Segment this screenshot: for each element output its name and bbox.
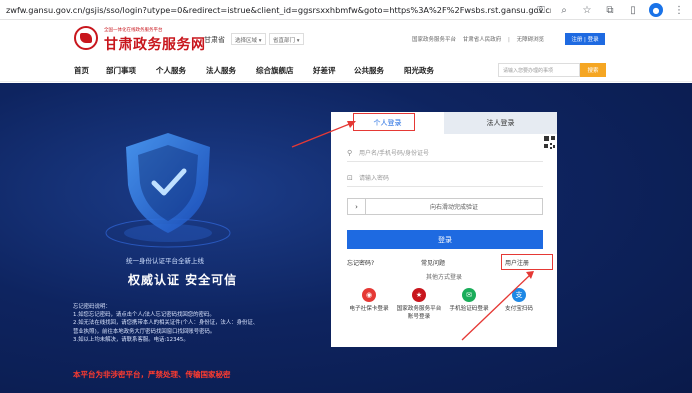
hero-slogan: 权威认证 安全可信 <box>128 273 238 287</box>
alipay-icon: 支 <box>512 288 526 302</box>
site-header: 全国一体化在线政务服务平台 甘肃政务服务网 甘肃省 选择区域 ▾ 省直部门 ▾ … <box>0 20 692 60</box>
key-icon[interactable]: ⚿ <box>534 3 548 17</box>
main-nav: 首页 部门事项 个人服务 法人服务 综合旗舰店 好差评 公共服务 阳光政务 请输… <box>0 60 692 82</box>
user-icon: ⚲ <box>347 148 353 157</box>
logo-title: 甘肃政务服务网 <box>104 37 206 53</box>
header-link-provincial-gov[interactable]: 甘肃省人民政府 <box>463 37 502 43</box>
profile-icon[interactable]: ● <box>649 3 663 17</box>
alipay-label: 支付宝扫码 <box>505 306 533 312</box>
header-divider: | <box>508 37 510 43</box>
browser-address-bar[interactable]: zwfw.gansu.gov.cn/gsjis/sso/login?utype=… <box>0 0 692 20</box>
qr-code-icon[interactable] <box>541 134 557 156</box>
search-input[interactable]: 请输入您要办理的事项 <box>498 63 580 77</box>
hero-tagline: 统一身份认证平台全新上线 <box>126 257 204 265</box>
sms-login-label: 手机验证码登录 <box>449 306 489 312</box>
social-card-icon: ◉ <box>362 288 376 302</box>
other-login-label: 其他方式登录 <box>425 274 462 281</box>
login-button[interactable]: 登录 <box>347 230 543 249</box>
nav-home[interactable]: 首页 <box>74 65 89 76</box>
slider-text: 向右滑动完成验证 <box>429 204 478 211</box>
sms-login[interactable]: ✉ 手机验证码登录 <box>444 288 494 313</box>
forgot-password-link[interactable]: 忘记密码? <box>347 258 374 267</box>
forgot-password-notes: 忘记密码说明： 1.如您忘记密码，请点击个人/法人忘记密码找回您的密码。 2.如… <box>73 303 323 344</box>
national-platform-label: 国家政务服务平台账号登录 <box>396 306 442 320</box>
nav-evaluation[interactable]: 好差评 <box>313 65 336 76</box>
tab-corporate-login[interactable]: 法人登录 <box>444 112 557 134</box>
logo-emblem-icon <box>74 26 98 50</box>
social-card-login[interactable]: ◉ 电子社保卡登录 <box>344 288 394 313</box>
security-warning: 本平台为非涉密平台，严禁处理、传输国家秘密 <box>73 370 231 379</box>
notes-line: 3.如以上均未解决，请联系客服。电话:12345。 <box>73 336 189 343</box>
site-logo[interactable]: 全国一体化在线政务服务平台 甘肃政务服务网 <box>74 26 205 53</box>
notes-line: 营业执照)，前往本地政务大厅密码找回窗口找回账号密码。 <box>73 328 216 335</box>
header-links: 国家政务服务平台 甘肃省人民政府 | 无障碍浏览 <box>412 35 549 43</box>
nav-flagship-store[interactable]: 综合旗舰店 <box>256 65 294 76</box>
nav-sunshine-gov[interactable]: 阳光政务 <box>404 65 434 76</box>
nav-personal-service[interactable]: 个人服务 <box>156 65 186 76</box>
nav-dept-items[interactable]: 部门事项 <box>106 65 136 76</box>
social-card-label: 电子社保卡登录 <box>349 306 389 312</box>
menu-icon[interactable]: ⋮ <box>672 3 686 17</box>
phone-sms-icon: ✉ <box>462 288 476 302</box>
annotation-box-register <box>501 254 553 270</box>
shield-icon <box>105 133 231 248</box>
login-panel: 个人登录 法人登录 ⚲ 用户名/手机号码/身份证号 ⊡ 请输入密码 › 向右滑动… <box>331 112 557 347</box>
notes-line: 1.如您忘记密码，请点击个人/法人忘记密码找回您的密码。 <box>73 312 215 319</box>
password-field[interactable]: ⊡ 请输入密码 <box>347 169 543 187</box>
annotation-box-personal-tab <box>353 113 415 131</box>
url-text[interactable]: zwfw.gansu.gov.cn/gsjis/sso/login?utype=… <box>6 5 551 15</box>
slider-handle-icon[interactable]: › <box>348 199 366 214</box>
slide-verify[interactable]: › 向右滑动完成验证 <box>347 198 543 215</box>
nav-public-service[interactable]: 公共服务 <box>354 65 384 76</box>
password-placeholder: 请输入密码 <box>359 175 390 182</box>
header-link-accessibility[interactable]: 无障碍浏览 <box>517 37 545 43</box>
alipay-login[interactable]: 支 支付宝扫码 <box>494 288 544 313</box>
search-button[interactable]: 搜索 <box>580 63 606 77</box>
register-login-button[interactable]: 注册 | 登录 <box>565 33 605 45</box>
extensions-icon[interactable]: ⧉ <box>603 3 617 17</box>
region-select[interactable]: 选择区域 ▾ <box>231 33 266 45</box>
nav-corporate-service[interactable]: 法人服务 <box>206 65 236 76</box>
faq-link[interactable]: 常见问题 <box>421 258 445 267</box>
national-emblem-icon: ★ <box>412 288 426 302</box>
username-field[interactable]: ⚲ 用户名/手机号码/身份证号 <box>347 144 543 162</box>
header-link-national[interactable]: 国家政务服务平台 <box>412 37 456 43</box>
national-platform-login[interactable]: ★ 国家政务服务平台账号登录 <box>394 288 444 321</box>
sidebar-icon[interactable]: ▯ <box>626 3 640 17</box>
logo-subtitle: 全国一体化在线政务服务平台 <box>104 28 163 33</box>
lock-icon: ⊡ <box>347 173 353 182</box>
zoom-icon[interactable]: ⌕ <box>557 3 571 17</box>
star-icon[interactable]: ☆ <box>580 3 594 17</box>
department-select[interactable]: 省直部门 ▾ <box>269 33 304 45</box>
notes-line: 2.如无法在线找回，请您携带本人的相关证件(个人：身份证，法人：身份证、 <box>73 320 259 327</box>
username-placeholder: 用户名/手机号码/身份证号 <box>359 150 430 157</box>
province-label: 甘肃省 <box>204 36 225 44</box>
notes-line: 忘记密码说明： <box>73 304 111 310</box>
